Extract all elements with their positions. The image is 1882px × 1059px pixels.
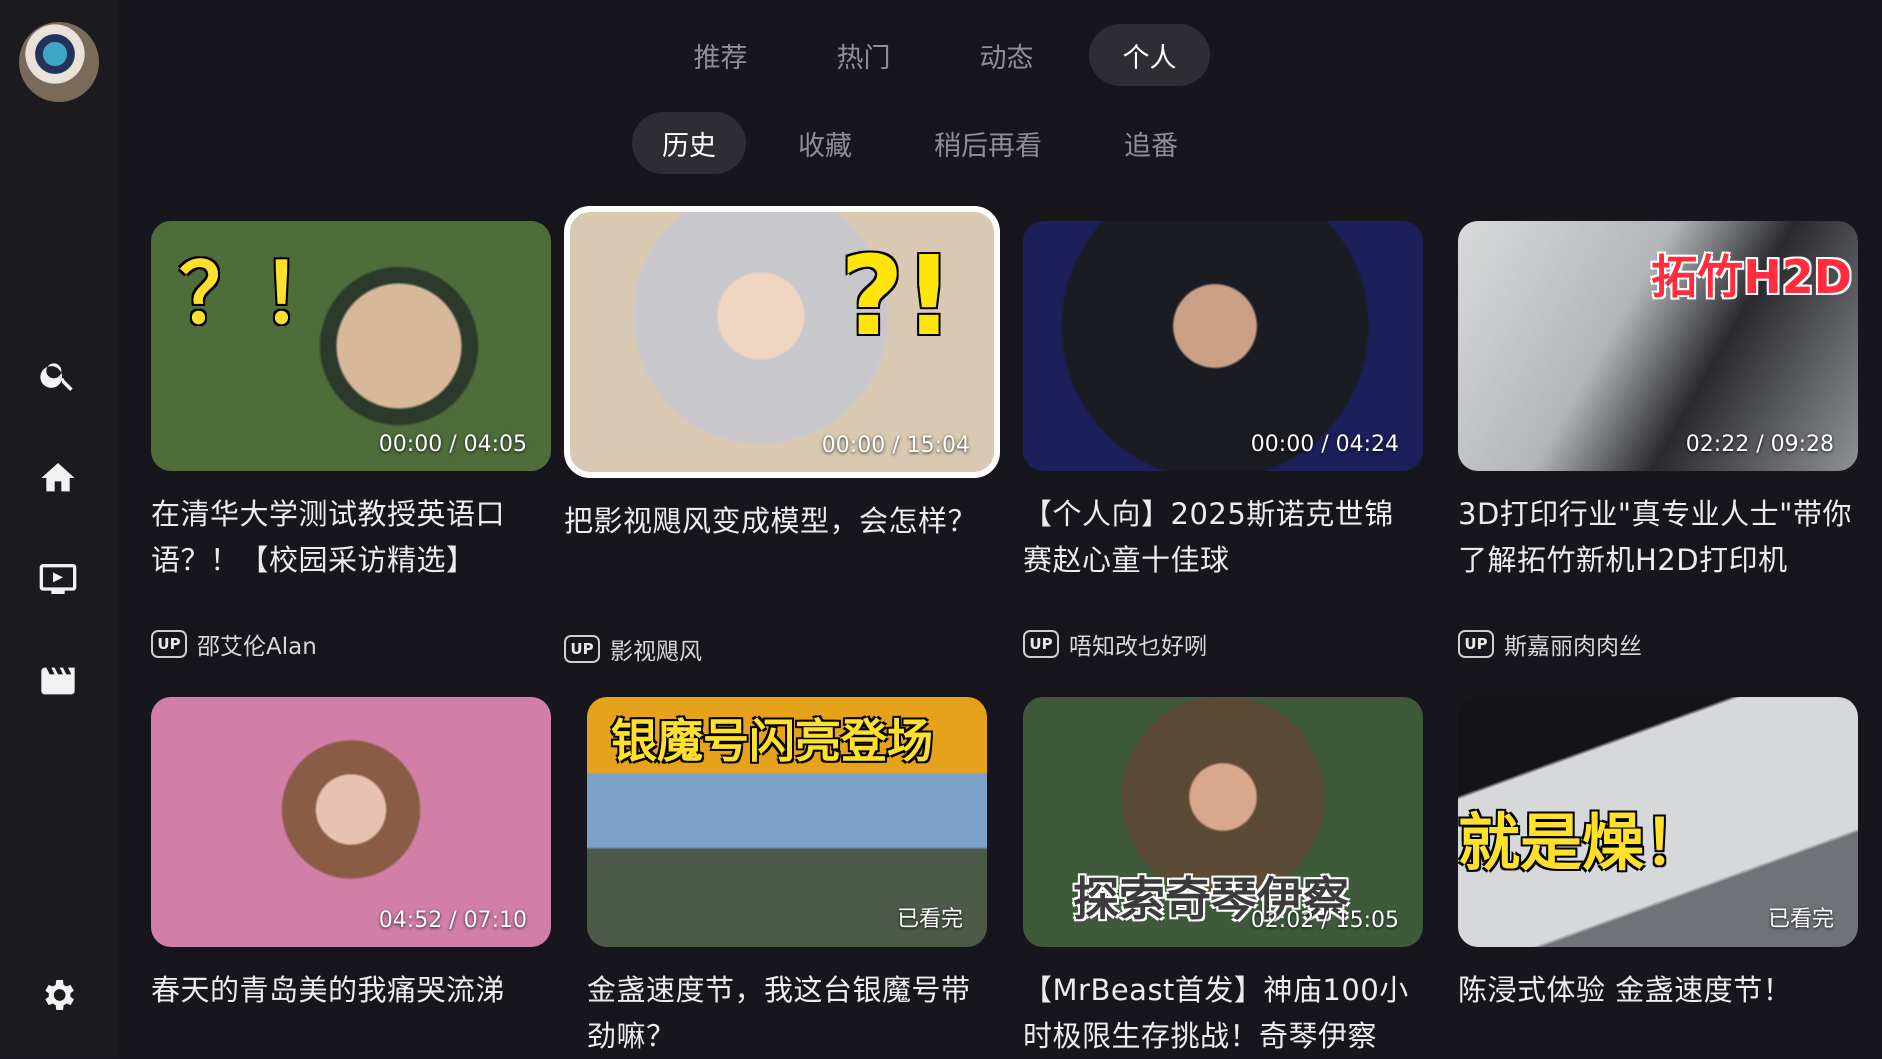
video-title: 在清华大学测试教授英语口语？！【校园采访精选】 xyxy=(151,497,506,577)
video-title: 3D打印行业"真专业人士"带你了解拓竹新机H2D打印机 xyxy=(1458,497,1852,577)
video-card[interactable]: 04:52 / 07:10 春天的青岛美的我痛哭流涕 xyxy=(151,697,551,1059)
thumbnail-overlay-text: ?! xyxy=(840,232,954,360)
video-title: 春天的青岛美的我痛哭流涕 xyxy=(151,973,506,1007)
progress-time: 02:02 / 15:05 xyxy=(1250,908,1399,933)
video-thumbnail[interactable]: 00:00 / 04:24 xyxy=(1023,221,1423,471)
progress-time: 00:00 / 04:05 xyxy=(378,432,527,457)
video-card[interactable]: 00:00 / 04:24 【个人向】2025斯诺克世锦赛赵心童十佳球 UP 唔… xyxy=(1023,221,1423,661)
tab-recommend[interactable]: 推荐 xyxy=(660,24,781,86)
uploader-name[interactable]: 邵艾伦Alan xyxy=(197,627,317,661)
video-thumbnail[interactable]: 就是燥！ 已看完 xyxy=(1458,697,1858,947)
thumbnail-overlay-text: 就是燥！ xyxy=(1458,806,1707,879)
video-card[interactable]: 拓竹H2D 02:22 / 09:28 3D打印行业"真专业人士"带你了解拓竹新… xyxy=(1458,221,1858,661)
uploader-name[interactable]: 唔知改乜好咧 xyxy=(1069,627,1207,661)
subtab-favorites[interactable]: 收藏 xyxy=(768,112,882,174)
subtab-watch-later[interactable]: 稍后再看 xyxy=(904,112,1072,174)
watched-label: 已看完 xyxy=(1767,907,1834,932)
video-title: 【个人向】2025斯诺克世锦赛赵心童十佳球 xyxy=(1023,497,1394,577)
home-icon[interactable] xyxy=(38,458,78,498)
uploader-row: UP 唔知改乜好咧 xyxy=(1023,627,1423,661)
tab-dynamic[interactable]: 动态 xyxy=(946,24,1067,86)
uploader-row: UP 影视飓风 xyxy=(564,632,964,666)
tab-personal[interactable]: 个人 xyxy=(1089,24,1210,86)
tab-hot[interactable]: 热门 xyxy=(803,24,924,86)
user-avatar[interactable] xyxy=(19,22,99,102)
up-badge-icon: UP xyxy=(564,635,600,663)
subtab-history[interactable]: 历史 xyxy=(632,112,746,174)
video-title: 陈浸式体验 金盏速度节！ xyxy=(1458,973,1793,1007)
thumbnail-overlay-text: 拓竹H2D xyxy=(1651,250,1852,304)
progress-time: 00:00 / 15:04 xyxy=(821,433,970,458)
video-card[interactable]: 银魔号闪亮登场 已看完 金盏速度节，我这台银魔号带劲嘛？ xyxy=(587,697,987,1059)
uploader-row: UP 斯嘉丽肉肉丝 xyxy=(1458,627,1858,661)
search-icon[interactable] xyxy=(38,355,78,395)
up-badge-icon: UP xyxy=(151,630,187,658)
video-card[interactable]: ？！ 00:00 / 04:05 在清华大学测试教授英语口语？！【校园采访精选】… xyxy=(151,221,551,661)
video-card[interactable]: 就是燥！ 已看完 陈浸式体验 金盏速度节！ xyxy=(1458,697,1858,1059)
sub-tab-bar: 历史 收藏 稍后再看 追番 xyxy=(632,112,1208,176)
video-title: 金盏速度节，我这台银魔号带劲嘛？ xyxy=(587,973,971,1053)
up-badge-icon: UP xyxy=(1458,630,1494,658)
up-badge-icon: UP xyxy=(1023,630,1059,658)
thumbnail-overlay-text: ？！ xyxy=(179,247,344,342)
progress-time: 00:00 / 04:24 xyxy=(1250,432,1399,457)
video-thumbnail[interactable]: 04:52 / 07:10 xyxy=(151,697,551,947)
gear-icon[interactable] xyxy=(38,975,78,1015)
video-title: 把影视飓风变成模型，会怎样？ xyxy=(564,504,978,538)
uploader-name[interactable]: 影视飓风 xyxy=(610,632,702,666)
video-thumbnail[interactable]: 拓竹H2D 02:22 / 09:28 xyxy=(1458,221,1858,471)
watched-label: 已看完 xyxy=(896,907,963,932)
video-thumbnail[interactable]: ？！ 00:00 / 04:05 xyxy=(151,221,551,471)
video-thumbnail[interactable]: 探索奇琴伊察 02:02 / 15:05 xyxy=(1023,697,1423,947)
sidebar xyxy=(0,0,118,1058)
subtab-bangumi[interactable]: 追番 xyxy=(1094,112,1208,174)
uploader-name[interactable]: 斯嘉丽肉肉丝 xyxy=(1504,627,1642,661)
progress-time: 02:22 / 09:28 xyxy=(1685,432,1834,457)
clapperboard-icon[interactable] xyxy=(38,661,78,701)
progress-time: 04:52 / 07:10 xyxy=(378,908,527,933)
top-tab-bar: 推荐 热门 动态 个人 xyxy=(660,24,1210,88)
video-card[interactable]: 探索奇琴伊察 02:02 / 15:05 【MrBeast首发】神庙100小时极… xyxy=(1023,697,1423,1059)
video-thumbnail[interactable]: 银魔号闪亮登场 已看完 xyxy=(587,697,987,947)
uploader-row: UP 邵艾伦Alan xyxy=(151,627,551,661)
video-card-focused[interactable]: ?! 00:00 / 15:04 把影视飓风变成模型，会怎样？ UP 影视飓风 xyxy=(564,206,1000,666)
thumbnail-overlay-text: 银魔号闪亮登场 xyxy=(611,714,933,768)
tv-icon[interactable] xyxy=(38,559,78,599)
video-title: 【MrBeast首发】神庙100小时极限生存挑战！奇琴伊察 xyxy=(1023,973,1409,1053)
video-thumbnail[interactable]: ?! 00:00 / 15:04 xyxy=(564,206,1000,478)
